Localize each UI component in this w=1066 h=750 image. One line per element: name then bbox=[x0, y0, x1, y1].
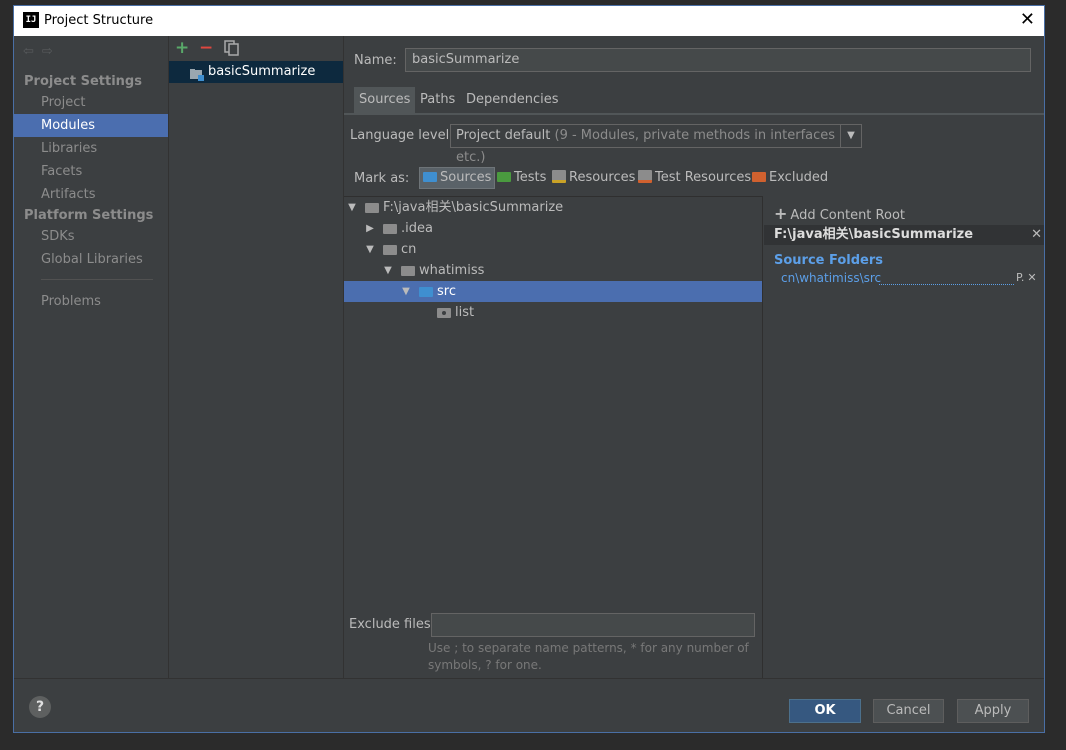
add-module-icon[interactable]: + bbox=[175, 38, 189, 58]
remove-content-root-icon[interactable]: ✕ bbox=[1031, 225, 1042, 245]
window-title: Project Structure bbox=[44, 13, 154, 28]
sidebar-item-artifacts[interactable]: Artifacts bbox=[14, 183, 168, 206]
back-arrow-icon[interactable]: ⇦ bbox=[23, 44, 42, 59]
excluded-folder-icon bbox=[752, 171, 766, 182]
mark-as-label: Mark as: bbox=[354, 171, 410, 186]
sidebar-item-sdks[interactable]: SDKs bbox=[14, 225, 168, 248]
tree-label: list bbox=[455, 305, 475, 320]
tree-label: cn bbox=[401, 242, 417, 257]
sidebar-item-problems[interactable]: Problems bbox=[14, 290, 168, 313]
package-icon bbox=[437, 308, 451, 318]
sidebar-item-global-libraries[interactable]: Global Libraries bbox=[14, 248, 168, 271]
test-resources-folder-icon bbox=[638, 170, 652, 183]
expanded-arrow-icon: ▼ bbox=[348, 202, 356, 213]
exclude-files-hint: Use ; to separate name patterns, * for a… bbox=[428, 641, 749, 672]
cancel-button[interactable]: Cancel bbox=[873, 699, 944, 723]
mark-tests-label: Tests bbox=[514, 170, 547, 185]
window-close-icon[interactable]: ✕ bbox=[1020, 9, 1035, 30]
nav-arrows: ⇦⇨ bbox=[23, 44, 61, 59]
source-folder-actions: P. ✕ bbox=[1016, 271, 1040, 284]
apply-button[interactable]: Apply bbox=[957, 699, 1029, 723]
folder-icon bbox=[365, 203, 379, 213]
modules-panel: + − basicSummarize bbox=[169, 36, 344, 678]
resources-folder-icon bbox=[552, 170, 566, 183]
source-tree: ▼ F:\java相关\basicSummarize ▶ .idea ▼ cn … bbox=[344, 196, 763, 678]
sidebar-item-facets[interactable]: Facets bbox=[14, 160, 168, 183]
language-level-select[interactable]: Project default (9 - Modules, private me… bbox=[450, 124, 862, 165]
content-root-panel: + Add Content Root F:\java相关\basicSummari… bbox=[764, 196, 1044, 678]
module-list-item[interactable]: basicSummarize bbox=[169, 61, 343, 83]
exclude-files-label: Exclude files: bbox=[349, 617, 436, 632]
chevron-down-icon: ▼ bbox=[840, 125, 861, 147]
folder-icon bbox=[401, 266, 415, 276]
tree-label: whatimiss bbox=[419, 263, 485, 278]
intellij-idea-icon: IJ bbox=[23, 12, 39, 28]
title-bar: IJ Project Structure ✕ bbox=[14, 6, 1044, 36]
exclude-files-input[interactable] bbox=[431, 613, 755, 637]
name-label: Name: bbox=[354, 53, 397, 68]
tab-dependencies[interactable]: Dependencies bbox=[461, 87, 564, 113]
dialog-button-bar: ? OK Cancel Apply bbox=[14, 678, 1044, 732]
mark-sources-label: Sources bbox=[440, 170, 492, 185]
folder-icon bbox=[383, 245, 397, 255]
tree-label: src bbox=[437, 284, 456, 299]
tree-label: F:\java相关\basicSummarize bbox=[383, 200, 564, 215]
tree-row-idea[interactable]: ▶ .idea bbox=[344, 218, 762, 239]
language-level-label: Language level: bbox=[350, 128, 454, 143]
tree-row-list[interactable]: list bbox=[344, 302, 762, 323]
mark-excluded-button[interactable]: Excluded bbox=[749, 167, 831, 189]
ok-button[interactable]: OK bbox=[789, 699, 861, 723]
sidebar-item-libraries[interactable]: Libraries bbox=[14, 137, 168, 160]
mark-test-resources-button[interactable]: Test Resources bbox=[635, 167, 754, 189]
tab-underline bbox=[344, 113, 1044, 115]
module-details-panel: Name: basicSummarize Sources Paths Depen… bbox=[344, 36, 1044, 678]
project-structure-dialog: IJ Project Structure ✕ ⇦⇨ Project Settin… bbox=[13, 5, 1045, 733]
expanded-arrow-icon: ▼ bbox=[384, 265, 392, 276]
remove-module-icon[interactable]: − bbox=[199, 38, 213, 58]
add-content-root-button[interactable]: + Add Content Root bbox=[774, 204, 905, 223]
mark-tests-button[interactable]: Tests bbox=[494, 167, 549, 189]
language-level-value: Project default bbox=[456, 128, 551, 143]
content-root-path: F:\java相关\basicSummarize bbox=[774, 227, 974, 242]
tree-label: .idea bbox=[401, 221, 433, 236]
source-folder-remove-icon[interactable]: ✕ bbox=[1027, 271, 1036, 284]
tab-paths[interactable]: Paths bbox=[415, 87, 460, 113]
mark-sources-button[interactable]: Sources bbox=[419, 167, 496, 189]
sources-folder-icon bbox=[423, 171, 437, 182]
collapsed-arrow-icon: ▶ bbox=[366, 223, 374, 234]
platform-settings-heading: Platform Settings bbox=[24, 208, 154, 223]
tests-folder-icon bbox=[497, 171, 511, 182]
copy-module-icon[interactable] bbox=[224, 40, 239, 61]
tree-row-root[interactable]: ▼ F:\java相关\basicSummarize bbox=[344, 197, 762, 218]
expanded-arrow-icon: ▼ bbox=[402, 286, 410, 297]
module-name-input[interactable]: basicSummarize bbox=[405, 48, 1031, 72]
source-folder-entry[interactable]: cn\whatimiss\src bbox=[781, 271, 881, 285]
expanded-arrow-icon: ▼ bbox=[366, 244, 374, 255]
tree-row-cn[interactable]: ▼ cn bbox=[344, 239, 762, 260]
plus-icon: + bbox=[774, 204, 788, 223]
project-settings-heading: Project Settings bbox=[24, 74, 142, 89]
module-list-item-label: basicSummarize bbox=[208, 64, 316, 79]
settings-sidebar: ⇦⇨ Project Settings Project Modules Libr… bbox=[14, 36, 169, 678]
mark-excluded-label: Excluded bbox=[769, 170, 829, 185]
folder-icon bbox=[383, 224, 397, 234]
sidebar-divider bbox=[41, 279, 153, 280]
help-icon[interactable]: ? bbox=[29, 696, 51, 718]
content-root-header: F:\java相关\basicSummarize ✕ bbox=[764, 225, 1044, 245]
mark-resources-button[interactable]: Resources bbox=[549, 167, 638, 189]
module-folder-icon bbox=[190, 67, 205, 89]
forward-arrow-icon[interactable]: ⇨ bbox=[42, 44, 61, 59]
tree-row-src[interactable]: ▼ src bbox=[344, 281, 762, 302]
source-folder-dotted-line bbox=[879, 284, 1014, 285]
source-folder-icon bbox=[419, 287, 433, 297]
mark-test-resources-label: Test Resources bbox=[655, 170, 752, 185]
tree-row-whatimiss[interactable]: ▼ whatimiss bbox=[344, 260, 762, 281]
add-content-root-label: Add Content Root bbox=[790, 208, 905, 223]
tab-sources[interactable]: Sources bbox=[354, 87, 416, 113]
sidebar-item-project[interactable]: Project bbox=[14, 91, 168, 114]
sidebar-item-modules[interactable]: Modules bbox=[14, 114, 168, 137]
source-folders-heading: Source Folders bbox=[774, 253, 884, 268]
mark-resources-label: Resources bbox=[569, 170, 636, 185]
source-folder-properties-icon[interactable]: P. bbox=[1016, 271, 1024, 284]
